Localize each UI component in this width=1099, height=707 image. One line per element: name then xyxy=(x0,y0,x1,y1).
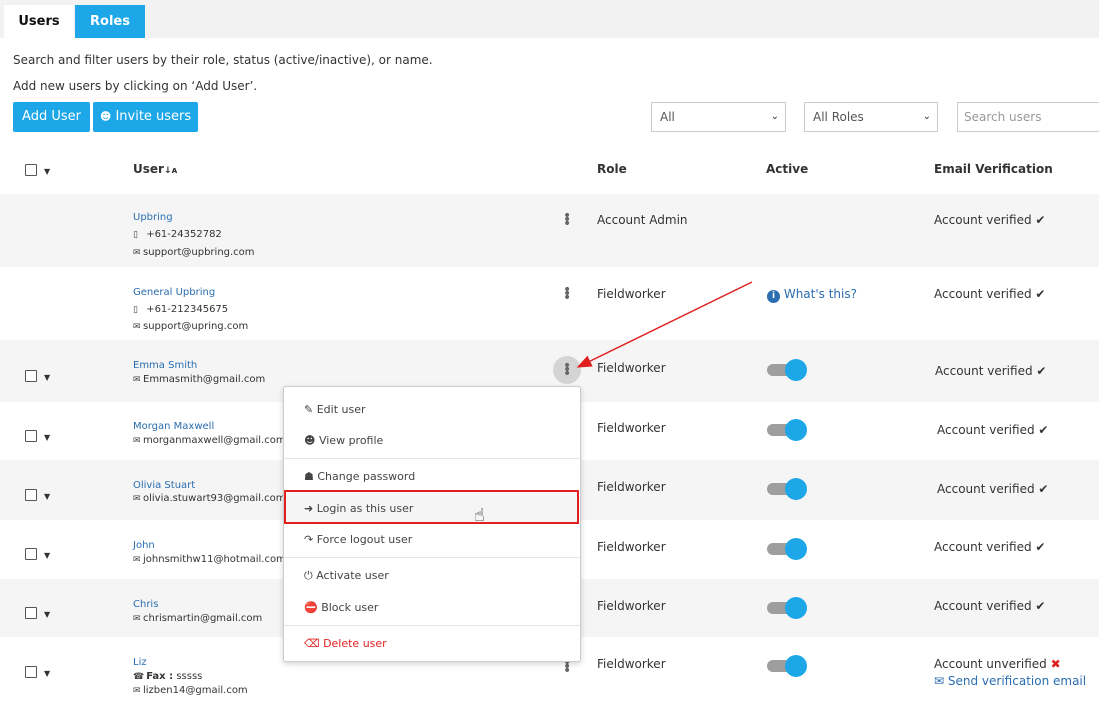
annotation-arrow xyxy=(576,281,753,368)
